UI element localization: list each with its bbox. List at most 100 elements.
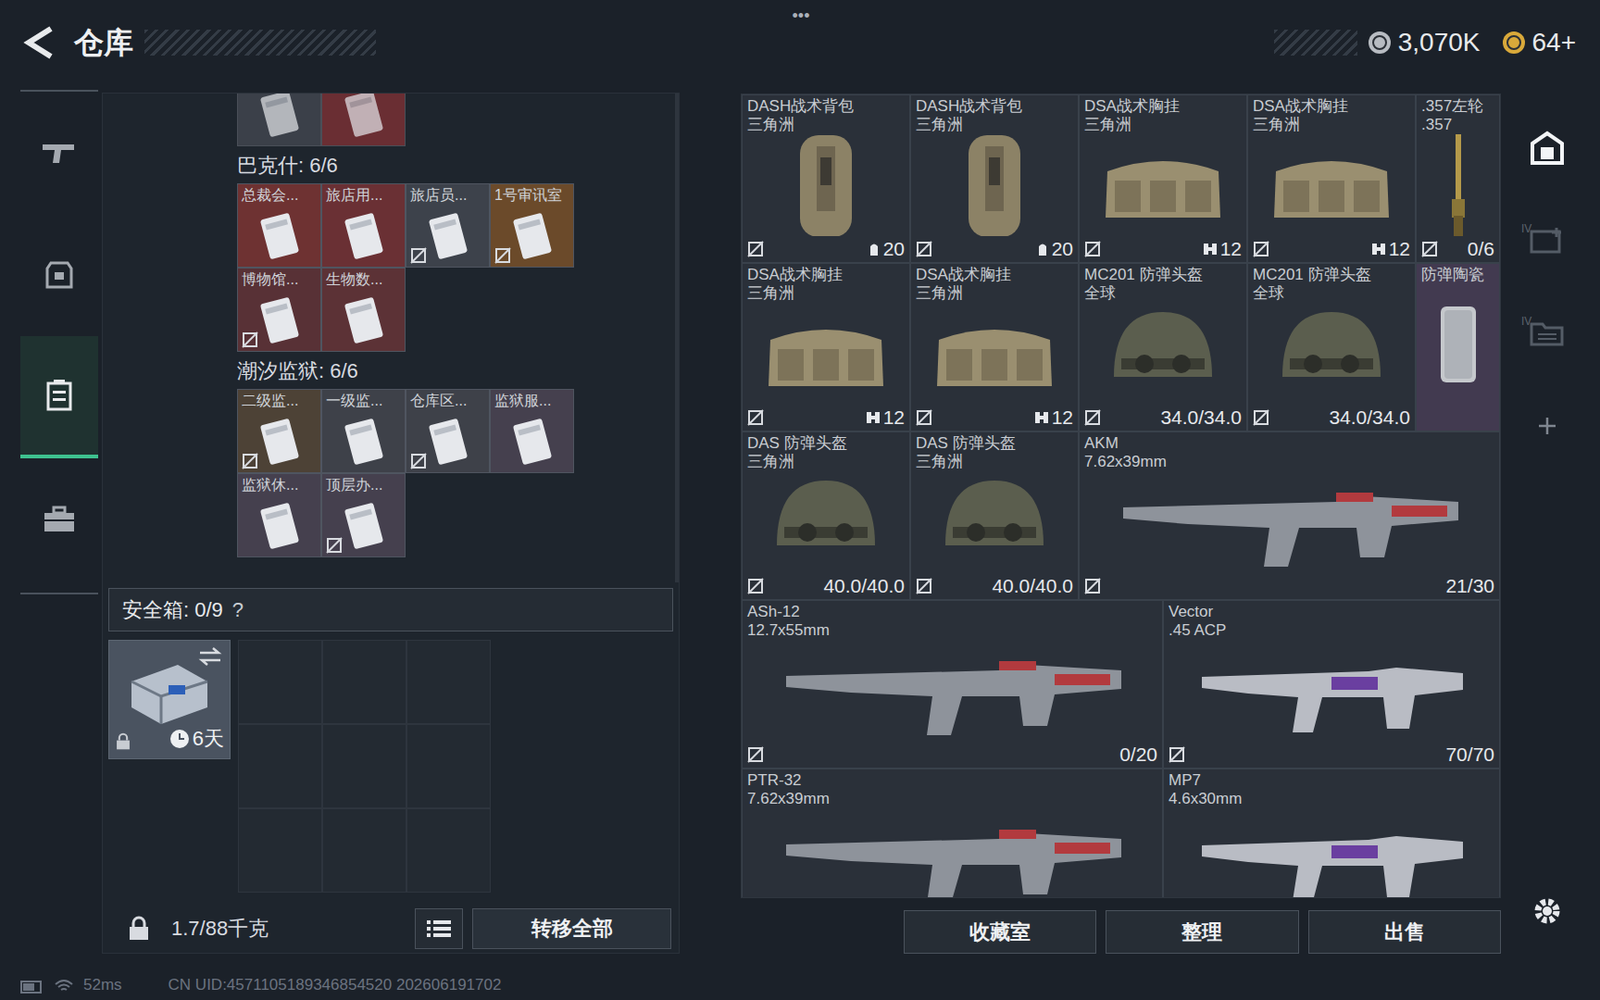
currency-value: 64+ [1532,23,1577,63]
button-label: 出售 [1384,916,1425,948]
rail-item[interactable] [1519,101,1575,195]
keycard-cell[interactable]: 监狱休... [237,473,322,558]
safe-box-item[interactable]: 6天 [108,639,231,760]
keycard-cell[interactable]: 博物馆... [237,267,322,352]
stash-item[interactable]: ASh-1212.7x55mm0/20 [741,600,1163,769]
rig-icon [911,302,1078,405]
stash-item[interactable]: .357左轮.3570/6 [1415,94,1500,263]
keycard-cell[interactable]: 生物数... [321,267,406,352]
stash-item[interactable]: DSA战术胸挂三角洲12 [741,262,911,432]
empty-slot[interactable] [406,639,491,725]
item-stat: 12 [1220,234,1242,263]
nav-item[interactable] [20,336,99,459]
keycard-cell[interactable]: 旅店用... [321,183,406,268]
keycard-icon [508,210,557,263]
empty-slot[interactable] [322,724,407,809]
transfer-all-button[interactable]: 转移全部 [472,908,672,950]
container-row [237,93,675,147]
bound-icon [747,240,764,258]
item-stat: 12 [1051,402,1074,432]
empty-slot[interactable] [237,724,323,809]
nav-item[interactable] [20,458,99,581]
nav-item[interactable] [20,213,99,337]
empty-slot[interactable] [322,808,407,893]
item-stat: 12 [883,402,905,432]
keycard-cell[interactable]: 仓库区... [405,388,490,474]
stash-item[interactable]: Vector.45 ACP70/70 [1162,600,1500,769]
keycard-cell[interactable]: 旅店员... [405,183,490,268]
back-button[interactable] [20,24,58,62]
rail-item[interactable]: IV [1519,287,1575,380]
empty-slot[interactable] [322,639,407,725]
stash-item[interactable]: DAS 防弹头盔三角洲40.0/40.0 [910,431,1079,600]
keycard-cell[interactable]: 一级监... [321,388,406,474]
currency-bar: 3,070K 64+ [1366,23,1576,63]
bound-icon [410,452,427,470]
help-button[interactable]: ? [232,594,244,625]
item-subtitle: 三角洲 [915,284,1074,303]
keycard-icon [255,93,304,140]
keycard-cell[interactable]: 监狱服... [489,388,575,474]
safe-box-header: 安全箱: 0/9? [108,587,674,632]
item-cell[interactable] [237,93,322,147]
keycard-icon [255,294,304,347]
list-icon [425,918,452,939]
item-stat: 70/70 [1445,739,1495,769]
item-subtitle: 三角洲 [747,115,905,135]
stash-item[interactable]: DSA战术胸挂三角洲12 [1247,94,1416,263]
item-stat: 40.0/40.0 [991,571,1074,600]
nav-item[interactable] [20,91,99,214]
stash-item[interactable]: DASH战术背包三角洲20 [910,94,1079,263]
item-subtitle: 三角洲 [1084,115,1242,135]
bound-icon [915,240,933,258]
item-stat: 0/20 [1119,739,1158,769]
stash-item[interactable]: DSA战术胸挂三角洲 12 [910,262,1079,432]
keycard-cell[interactable]: 1号审讯室 [489,183,575,268]
clock-icon [169,728,190,750]
empty-slot[interactable] [237,639,323,725]
empty-slot[interactable] [406,808,491,893]
stash-item[interactable]: AKM7.62x39mm21/30 [1078,431,1500,600]
list-button[interactable] [414,908,463,950]
keycard-cell[interactable]: 顶层办... [321,473,406,558]
action-button[interactable]: 整理 [1105,910,1299,954]
lock-icon [114,732,132,751]
stash-item[interactable]: 防弹陶瓷 [1415,262,1500,432]
container-grid: 总裁会...旅店用...旅店员...1号审讯室博物馆...生物数... [237,183,675,352]
files-icon [1528,318,1566,349]
item-name: 二级监... [237,389,321,411]
stash-item[interactable]: MC201 防弹头盔全球34.0/34.0 [1247,262,1416,432]
swap-icon[interactable] [198,646,223,667]
item-stat: 21/30 [1445,571,1495,600]
item-name: DSA战术胸挂 [1252,97,1411,116]
section-title: 巴克什: 6/6 [237,150,338,181]
stash-item[interactable]: DASH战术背包三角洲20 [741,94,911,263]
stash-item[interactable]: PTR-327.62x39mm [741,768,1163,899]
stash-item[interactable]: DAS 防弹头盔三角洲40.0/40.0 [741,431,911,600]
stash-item[interactable]: DSA战术胸挂三角洲12 [1078,94,1248,263]
ping: 52ms [83,973,123,998]
stash-item[interactable]: MP74.6x30mm [1162,768,1500,899]
empty-slot[interactable] [406,724,491,809]
rail-item[interactable]: IV [1519,194,1575,288]
action-button[interactable]: 收藏室 [903,910,1097,954]
container-list[interactable]: 巴克什: 6/6总裁会...旅店用...旅店员...1号审讯室博物馆...生物数… [102,93,679,583]
title-stripes [144,29,376,56]
side-rail: IVIV [1519,85,1575,956]
stash-item[interactable]: MC201 防弹头盔全球34.0/34.0 [1078,262,1248,432]
item-cell[interactable] [321,93,406,147]
menu-button[interactable]: ••• [777,3,825,29]
rail-item[interactable] [1519,379,1575,473]
keycard-cell[interactable]: 总裁会... [237,183,322,268]
item-name: DSA战术胸挂 [915,265,1074,285]
gear-icon[interactable] [1530,894,1564,928]
empty-slot[interactable] [237,808,323,893]
slots-icon [865,410,881,425]
long-rifle-icon [742,808,1163,899]
currency-item[interactable]: 64+ [1500,23,1577,63]
currency-item[interactable]: 3,070K [1366,23,1481,63]
keycard-cell[interactable]: 二级监... [237,388,322,474]
action-button[interactable]: 出售 [1308,910,1501,954]
bound-icon [1084,240,1101,258]
long-rifle-icon [1079,471,1500,574]
